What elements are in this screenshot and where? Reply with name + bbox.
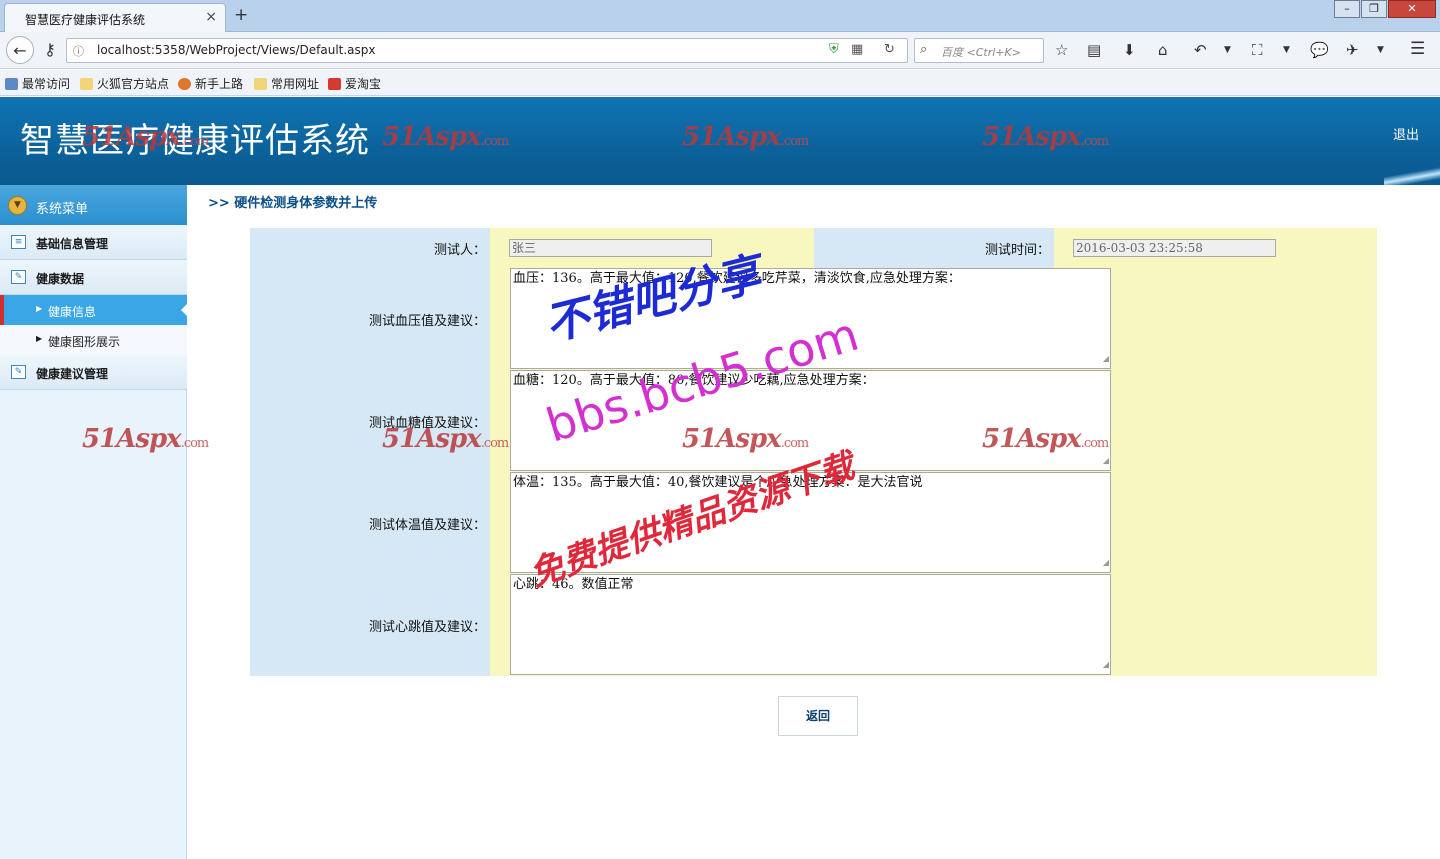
chat-bubble-icon[interactable]: 💬 <box>1310 41 1329 59</box>
temperature-label: 测试体温值及建议： <box>368 518 486 533</box>
resize-grip-icon[interactable]: ◢ <box>1103 351 1109 367</box>
bookmark-common-sites[interactable]: 常用网址 <box>254 75 319 92</box>
edit-icon: ✎ <box>11 365 26 379</box>
chevron-down-icon[interactable]: ▼ <box>1377 45 1384 55</box>
reload-icon[interactable]: ↻ <box>884 42 895 57</box>
sidebar-subitem-health-chart[interactable]: ▶ 健康图形展示 <box>0 325 187 355</box>
watermark-logo: 51Aspx.com <box>82 122 209 152</box>
taobao-icon <box>328 78 341 90</box>
resize-grip-icon[interactable]: ◢ <box>1103 657 1109 673</box>
heart-rate-label: 测试心跳值及建议： <box>368 620 486 635</box>
folder-icon <box>254 78 267 90</box>
search-icon: ⌕ <box>920 42 928 57</box>
qr-code-icon[interactable]: ▦ <box>851 42 863 57</box>
header-decoration <box>1384 165 1440 185</box>
resize-grip-icon[interactable]: ◢ <box>1103 555 1109 571</box>
home-icon[interactable]: ⌂ <box>1158 41 1168 59</box>
reading-list-icon[interactable]: ▤ <box>1087 41 1101 59</box>
sidebar-item-label: 健康建议管理 <box>36 367 109 381</box>
tab-title: 智慧医疗健康评估系统 <box>25 13 146 27</box>
sidebar-item-label: 基础信息管理 <box>36 237 109 251</box>
key-icon[interactable]: ⚷ <box>36 36 64 64</box>
bookmark-official-site[interactable]: 火狐官方站点 <box>80 75 169 92</box>
maximize-window-icon[interactable]: ❐ <box>1361 0 1387 18</box>
watermark-logo: 51Aspx.com <box>382 424 509 454</box>
crop-screenshot-icon[interactable]: ⛶ <box>1252 41 1263 59</box>
sidebar-item-basic-info[interactable]: ≡ 基础信息管理 <box>0 225 187 260</box>
test-time-label: 测试时间： <box>984 243 1050 258</box>
caret-right-icon: ▶ <box>36 334 43 343</box>
breadcrumb: >> 硬件检测身体参数并上传 <box>208 196 378 211</box>
close-window-icon[interactable]: ✕ <box>1388 0 1436 18</box>
test-time-field[interactable]: 2016-03-03 23:25:58 <box>1073 239 1276 257</box>
browser-tab-bar: 智慧医疗健康评估系统 × + – ❐ ✕ <box>0 0 1440 32</box>
active-indicator <box>181 304 187 316</box>
minimize-window-icon[interactable]: – <box>1334 0 1360 18</box>
folder-icon <box>80 78 93 90</box>
chevron-down-icon[interactable]: ▼ <box>1283 45 1290 55</box>
sidebar-header-label: 系统菜单 <box>36 202 89 217</box>
browser-nav-bar: ← ⚷ ⓘ localhost:5358/WebProject/Views/De… <box>0 32 1440 69</box>
info-icon[interactable]: ⓘ <box>73 43 84 59</box>
watermark-logo: 51Aspx.com <box>982 122 1109 152</box>
bookmark-most-visited[interactable]: 最常访问 <box>5 75 70 92</box>
bookmark-icon <box>5 78 18 90</box>
watermark-logo: 51Aspx.com <box>682 424 809 454</box>
address-bar[interactable]: ⓘ localhost:5358/WebProject/Views/Defaul… <box>66 38 908 63</box>
browser-tab[interactable]: 智慧医疗健康评估系统 × <box>4 3 226 32</box>
caret-right-icon: ▶ <box>36 304 43 313</box>
resize-grip-icon[interactable]: ◢ <box>1103 453 1109 469</box>
shield-icon[interactable]: ⛨ <box>829 42 839 57</box>
bookmark-aitaobao[interactable]: 爱淘宝 <box>328 75 381 92</box>
undo-icon[interactable]: ↶ <box>1194 41 1207 59</box>
download-icon[interactable]: ⬇ <box>1123 41 1136 59</box>
chevron-down-circle-icon[interactable]: ▼ <box>8 196 27 215</box>
edit-icon: ✎ <box>11 270 26 284</box>
close-tab-icon[interactable]: × <box>205 9 217 25</box>
back-arrow-icon[interactable]: ← <box>6 36 34 64</box>
sidebar: ▼ 系统菜单 ≡ 基础信息管理 ✎ 健康数据 ▶ 健康信息 ▶ 健康图形展示 ✎… <box>0 185 187 859</box>
watermark-logo: 51Aspx.com <box>982 424 1109 454</box>
bookmarks-bar: 最常访问 火狐官方站点 新手上路 常用网址 爱淘宝 <box>0 70 1440 96</box>
firefox-icon <box>178 78 191 90</box>
chevron-down-icon[interactable]: ▼ <box>1224 45 1231 55</box>
url-text[interactable]: localhost:5358/WebProject/Views/Default.… <box>97 43 376 57</box>
back-button[interactable]: 返回 <box>778 696 858 736</box>
sidebar-subitem-label: 健康信息 <box>48 305 97 319</box>
sidebar-subitem-label: 健康图形展示 <box>48 335 121 349</box>
logout-link[interactable]: 退出 <box>1393 124 1419 143</box>
search-placeholder: 百度 <Ctrl+K> <box>941 46 1021 59</box>
watermark-logo: 51Aspx.com <box>82 424 209 454</box>
sidebar-header: ▼ 系统菜单 <box>0 185 187 225</box>
heart-rate-textarea[interactable]: 心跳：46。数值正常 ◢ <box>510 574 1111 675</box>
mouse-gesture-icon[interactable]: ✈ <box>1346 41 1359 59</box>
bookmark-getting-started[interactable]: 新手上路 <box>178 75 243 92</box>
sidebar-item-label: 健康数据 <box>36 272 85 286</box>
blood-pressure-label: 测试血压值及建议： <box>368 314 486 329</box>
bookmark-star-icon[interactable]: ☆ <box>1055 41 1068 59</box>
menu-icon[interactable]: ☰ <box>1410 39 1425 59</box>
sidebar-item-health-data[interactable]: ✎ 健康数据 <box>0 260 187 295</box>
search-box[interactable]: ⌕ 百度 <Ctrl+K> <box>914 38 1044 63</box>
sidebar-subitem-health-info[interactable]: ▶ 健康信息 <box>0 295 187 325</box>
tester-label: 测试人： <box>433 243 486 258</box>
sidebar-item-advice-management[interactable]: ✎ 健康建议管理 <box>0 355 187 390</box>
list-icon: ≡ <box>11 235 26 249</box>
watermark-logo: 51Aspx.com <box>382 122 509 152</box>
watermark-logo: 51Aspx.com <box>682 122 809 152</box>
new-tab-button[interactable]: + <box>234 5 248 25</box>
